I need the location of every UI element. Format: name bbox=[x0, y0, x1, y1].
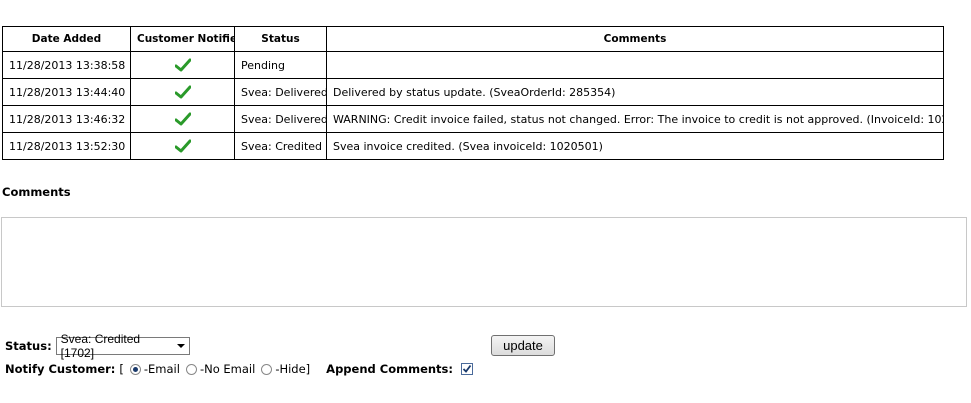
table-row: 11/28/2013 13:46:32 Svea: Delivered WARN… bbox=[2, 105, 944, 133]
notified-cell bbox=[130, 51, 235, 79]
status-cell: Svea: Delivered bbox=[234, 105, 327, 133]
status-history-table: Date Added Customer Notified Status Comm… bbox=[2, 26, 944, 160]
header-customer-notified: Customer Notified bbox=[130, 26, 235, 52]
table-header-row: Date Added Customer Notified Status Comm… bbox=[2, 26, 944, 52]
status-select-value: Svea: Credited [1702] bbox=[60, 332, 141, 360]
date-cell: 11/28/2013 13:46:32 bbox=[2, 105, 131, 133]
notify-customer-label: Notify Customer: bbox=[5, 362, 116, 376]
date-cell: 11/28/2013 13:38:58 bbox=[2, 51, 131, 79]
status-cell: Svea: Delivered bbox=[234, 78, 327, 106]
comment-cell: WARNING: Credit invoice failed, status n… bbox=[326, 105, 944, 133]
notify-open-bracket: [ bbox=[119, 362, 124, 376]
date-cell: 11/28/2013 13:52:30 bbox=[2, 132, 131, 160]
append-comments-label: Append Comments: bbox=[326, 362, 453, 376]
status-select[interactable]: Svea: Credited [1702] bbox=[55, 332, 190, 360]
table-row: 11/28/2013 13:38:58 Pending bbox=[2, 51, 944, 79]
comment-cell: Delivered by status update. (SveaOrderId… bbox=[326, 78, 944, 106]
check-icon bbox=[174, 112, 191, 126]
notified-cell bbox=[130, 105, 235, 133]
comments-textarea[interactable] bbox=[1, 217, 967, 307]
header-comments: Comments bbox=[326, 26, 944, 52]
notify-row: Notify Customer: [ -Email -No Email -Hid… bbox=[5, 362, 473, 376]
date-cell: 11/28/2013 13:44:40 bbox=[2, 78, 131, 106]
radio-no-email-label: -No Email bbox=[199, 362, 256, 376]
append-comments-checkbox[interactable] bbox=[461, 363, 473, 375]
check-icon bbox=[462, 364, 472, 373]
comment-cell bbox=[326, 51, 944, 79]
comments-label: Comments bbox=[2, 185, 71, 199]
status-label: Status: bbox=[5, 339, 52, 353]
chevron-down-icon bbox=[176, 344, 185, 348]
update-button[interactable]: update bbox=[491, 335, 555, 356]
header-date-added: Date Added bbox=[2, 26, 131, 52]
check-icon bbox=[174, 139, 191, 153]
status-cell: Svea: Credited bbox=[234, 132, 327, 160]
radio-hide-label: -Hide] bbox=[275, 362, 311, 376]
notified-cell bbox=[130, 78, 235, 106]
notified-cell bbox=[130, 132, 235, 160]
check-icon bbox=[174, 58, 191, 72]
status-cell: Pending bbox=[234, 51, 327, 79]
radio-email-label: -Email bbox=[143, 362, 180, 376]
header-status: Status bbox=[234, 26, 327, 52]
radio-email[interactable] bbox=[129, 363, 141, 375]
radio-no-email[interactable] bbox=[185, 363, 197, 375]
table-row: 11/28/2013 13:44:40 Svea: Delivered Deli… bbox=[2, 78, 944, 106]
comment-cell: Svea invoice credited. (Svea invoiceId: … bbox=[326, 132, 944, 160]
status-row: Status: Svea: Credited [1702] bbox=[5, 332, 190, 360]
check-icon bbox=[174, 85, 191, 99]
table-row: 11/28/2013 13:52:30 Svea: Credited Svea … bbox=[2, 132, 944, 160]
radio-hide[interactable] bbox=[261, 363, 273, 375]
